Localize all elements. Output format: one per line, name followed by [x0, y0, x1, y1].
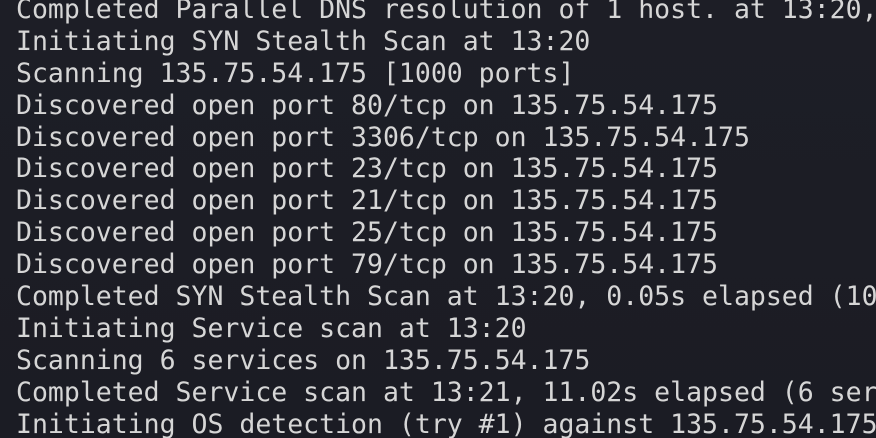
- terminal-line: Initiating OS detection (try #1) against…: [16, 408, 876, 438]
- terminal-line: Discovered open port 23/tcp on 135.75.54…: [16, 153, 718, 185]
- terminal-line: Completed SYN Stealth Scan at 13:20, 0.0…: [16, 281, 876, 313]
- terminal-line: Completed Service scan at 13:21, 11.02s …: [16, 376, 876, 408]
- terminal-line: Discovered open port 25/tcp on 135.75.54…: [16, 217, 718, 249]
- terminal-window[interactable]: Completed Parallel DNS resolution of 1 h…: [0, 0, 876, 438]
- terminal-line: Initiating SYN Stealth Scan at 13:20: [16, 25, 591, 57]
- terminal-line: Scanning 135.75.54.175 [1000 ports]: [16, 57, 575, 89]
- terminal-line: Completed Parallel DNS resolution of 1 h…: [16, 0, 876, 25]
- terminal-line: Initiating Service scan at 13:20: [16, 312, 527, 344]
- terminal-line: Discovered open port 21/tcp on 135.75.54…: [16, 185, 718, 217]
- terminal-line: Scanning 6 services on 135.75.54.175: [16, 344, 591, 376]
- terminal-line: Discovered open port 79/tcp on 135.75.54…: [16, 249, 718, 281]
- terminal-line: Discovered open port 3306/tcp on 135.75.…: [16, 121, 750, 153]
- terminal-line: Discovered open port 80/tcp on 135.75.54…: [16, 89, 718, 121]
- terminal-output: Completed Parallel DNS resolution of 1 h…: [16, 0, 876, 438]
